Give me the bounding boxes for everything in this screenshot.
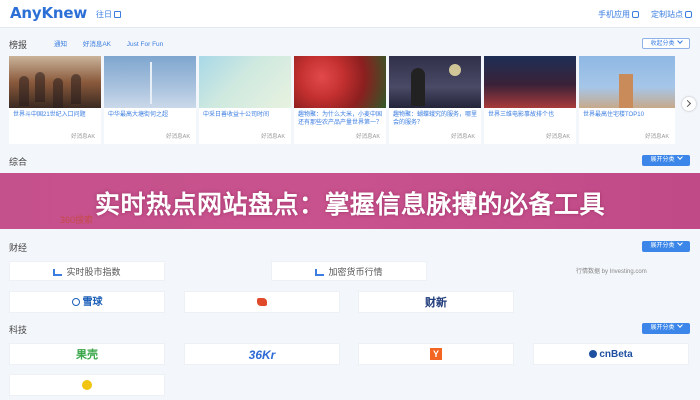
collapse-hot-button[interactable]: 收起分类 [642,38,690,49]
card-image [579,56,675,108]
banner-title: 实时热点网站盘点：掌握信息脉搏的必备工具 [94,190,605,219]
calendar-icon [114,11,121,18]
cnbeta-label: cnBeta [599,349,633,360]
bee-logo-icon [257,298,267,307]
expand-composite-label: 展开分类 [650,157,675,163]
expand-tech-label: 展开分类 [650,325,675,331]
36kr-label: 36Kr [248,348,276,362]
headline-banner: 实时热点网站盘点：掌握信息脉搏的必备工具 [0,173,700,229]
hacker-news-link[interactable]: Y [358,343,514,365]
carousel-next-button[interactable] [682,97,696,111]
crypto-tile[interactable]: 加密货币行情 [271,261,427,281]
xueqiu-label: 雪球 [82,297,103,308]
mobile-app-link[interactable]: 手机应用 [598,9,639,20]
caixin-link[interactable]: 财新 [358,291,514,313]
caixin-label: 财新 [425,296,447,309]
phone-icon [632,11,639,18]
section-title-composite: 综合 [9,157,28,167]
tab-good-news[interactable]: 好消息AK [83,41,111,48]
customize-label: 定制站点 [651,10,683,19]
news-card[interactable]: 世界斗中国21世纪入口问题 好消息AK [9,56,101,144]
expand-finance-label: 展开分类 [650,243,675,249]
news-card[interactable]: 中华最高大塘街何之超 好消息AK [104,56,196,144]
card-source: 好消息AK [356,134,380,140]
expand-finance-button[interactable]: 展开分类 [642,240,690,252]
finance-site-link[interactable] [184,291,340,313]
card-source: 好消息AK [71,134,95,140]
crypto-label: 加密货币行情 [328,267,383,277]
news-card[interactable]: 趣物聚：蝴蝶蛾究的服务，哪里会的服务？ 好消息AK [389,56,481,144]
cnbeta-link[interactable]: cnBeta [533,343,689,365]
guokr-label: 果壳 [76,349,98,361]
card-source: 好消息AK [261,134,285,140]
tech-site-link[interactable] [9,374,165,396]
tab-notice[interactable]: 通知 [54,41,67,48]
news-card[interactable]: 世界最高住宅楼TOP10 好消息AK [579,56,675,144]
card-caption: 世界斗中国21世纪入口问题 [13,112,86,118]
expand-tech-button[interactable]: 展开分类 [642,322,690,334]
card-source: 好消息AK [645,134,669,140]
settings-icon [685,11,692,18]
news-card[interactable]: 中采日善收益十公司时间 好消息AK [199,56,291,144]
card-source: 好消息AK [166,134,190,140]
history-label: 往日 [96,10,112,19]
tab-just-for-fun[interactable]: Just For Fun [127,41,163,48]
xueqiu-icon [71,298,80,306]
history-link[interactable]: 往日 [96,9,121,20]
cnbeta-icon [589,350,598,358]
stock-index-tile[interactable]: 实时股市指数 [9,261,165,281]
card-image [389,56,481,108]
section-title-tech: 科技 [9,325,28,335]
guokr-link[interactable]: 果壳 [9,343,165,365]
card-image [294,56,386,108]
trend-chart-icon [315,269,325,276]
section-title-finance: 财经 [9,243,28,253]
expand-composite-button[interactable]: 展开分类 [642,154,690,166]
hacker-news-label: Y [430,348,442,361]
36kr-link[interactable]: 36Kr [184,343,340,365]
mobile-app-label: 手机应用 [598,10,630,19]
card-image [9,56,101,108]
card-caption: 世界最高住宅楼TOP10 [583,112,644,118]
section-title-hot: 榜报 [9,40,28,50]
chevron-icon [676,240,683,246]
card-image [104,56,196,108]
card-caption: 趣物聚：蝴蝶蛾究的服务，哪里会的服务？ [393,112,478,126]
news-card[interactable]: 世界三维电影事故排个也 好消息AK [484,56,576,144]
news-card[interactable]: 趣物聚：为什么大米，小麦中国还有那些农产品产量世界第一？ 好消息AK [294,56,386,144]
card-caption: 世界三维电影事故排个也 [488,112,555,118]
card-image [199,56,291,108]
xueqiu-link[interactable]: 雪球 [9,291,165,313]
customize-link[interactable]: 定制站点 [651,9,692,20]
card-caption: 中华最高大塘街何之超 [108,112,169,118]
card-image [484,56,576,108]
collapse-hot-label: 收起分类 [650,41,675,47]
top-bar: AnyKnew 往日 手机应用 定制站点 [0,0,700,28]
chevron-icon [676,38,683,44]
trend-chart-icon [53,269,63,276]
chevron-icon [676,322,683,328]
site-logo[interactable]: AnyKnew [10,4,87,22]
card-caption: 中采日善收益十公司时间 [203,112,270,118]
card-caption: 趣物聚：为什么大米，小麦中国还有那些农产品产量世界第一？ [298,112,383,126]
360-search-logo[interactable]: 360搜索 [60,213,93,226]
chevron-icon [676,154,683,160]
stock-index-label: 实时股市指数 [66,267,121,277]
card-source: 好消息AK [451,134,475,140]
lamp-logo-icon [82,380,92,391]
quote-provider: 行情数据 by Investing.com [576,269,647,275]
hot-tabs: 通知 好消息AK Just For Fun [54,38,177,48]
card-source: 好消息AK [546,134,570,140]
